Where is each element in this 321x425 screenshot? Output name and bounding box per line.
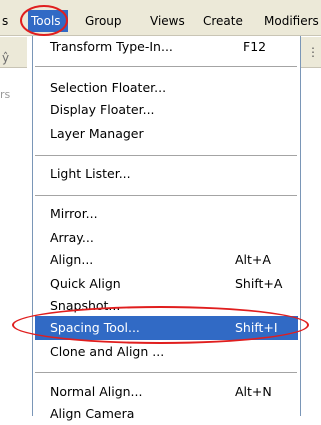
- shortcut-label: Alt+A: [235, 252, 271, 267]
- annotation-circle-spacing-tool: [12, 306, 309, 344]
- shortcut-label: Shift+A: [235, 276, 283, 291]
- menu-item-label: Transform Type-In...: [50, 39, 173, 54]
- background-text-fragment: rs: [0, 88, 11, 101]
- menu-item-mirror[interactable]: Mirror...: [50, 203, 98, 225]
- shortcut-label: F12: [243, 39, 267, 54]
- tools-dropdown-menu: Transform Type-In... F12 Selection Float…: [32, 36, 301, 421]
- toolbar-icon[interactable]: ŷ: [2, 51, 9, 65]
- menu-group[interactable]: Group: [85, 14, 122, 28]
- menu-separator: [35, 155, 297, 156]
- menu-create[interactable]: Create: [203, 14, 243, 28]
- menu-item-selection-floater[interactable]: Selection Floater...: [50, 77, 166, 99]
- menu-views[interactable]: Views: [150, 14, 185, 28]
- menu-item-light-lister[interactable]: Light Lister...: [50, 163, 131, 185]
- menu-separator: [35, 195, 297, 196]
- menu-item-layer-manager[interactable]: Layer Manager: [50, 123, 144, 145]
- menu-item-array[interactable]: Array...: [50, 227, 94, 249]
- menu-item-quick-align[interactable]: Quick Align: [50, 273, 121, 295]
- menu-item-align-camera[interactable]: Align Camera: [50, 403, 134, 425]
- menu-modifiers[interactable]: Modifiers: [264, 14, 319, 28]
- annotation-circle-tools: [20, 5, 68, 36]
- menu-item-display-floater[interactable]: Display Floater...: [50, 99, 155, 121]
- menu-item-transform-type-in[interactable]: Transform Type-In...: [50, 36, 173, 58]
- menu-separator: [35, 372, 297, 373]
- toolbar-grip-icon[interactable]: ⋮: [307, 45, 319, 59]
- menu-item-align[interactable]: Align...: [50, 249, 93, 271]
- menu-bar-partial-item[interactable]: s: [2, 14, 8, 28]
- menu-separator: [35, 66, 297, 67]
- menu-item-normal-align[interactable]: Normal Align...: [50, 381, 142, 403]
- menu-item-clone-and-align[interactable]: Clone and Align ...: [50, 341, 164, 363]
- shortcut-label: Alt+N: [235, 384, 272, 399]
